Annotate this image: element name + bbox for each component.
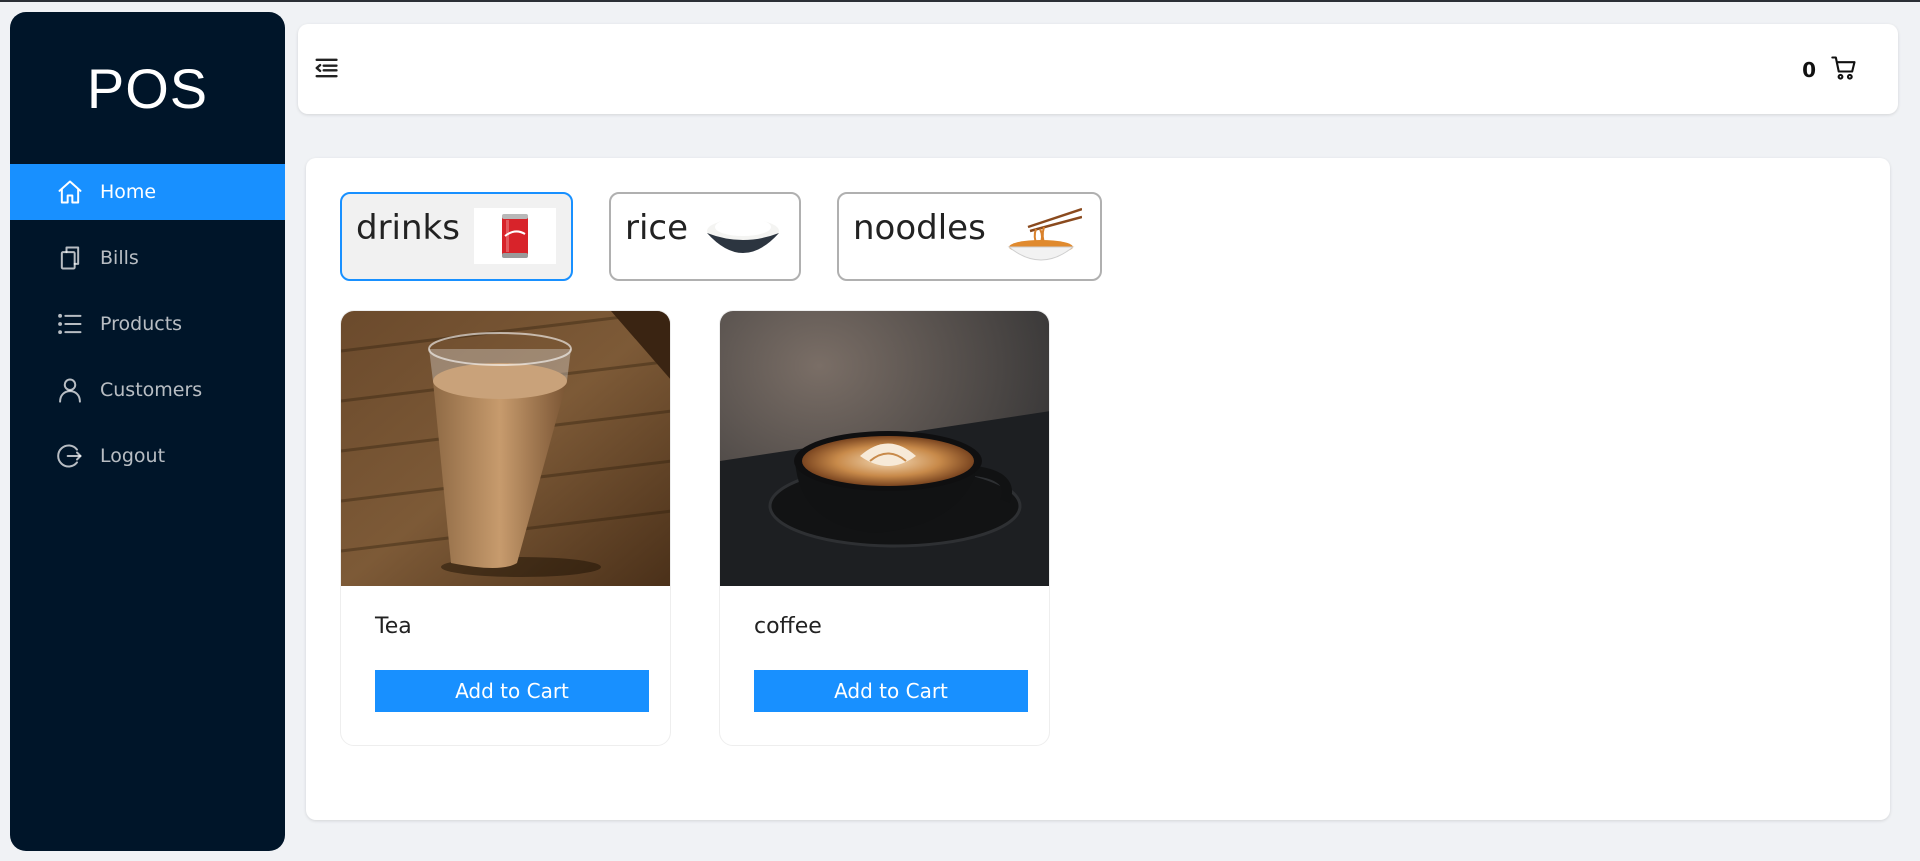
product-card-tea: Tea Add to Cart (340, 310, 671, 746)
coffee-cup-image (720, 311, 1049, 586)
product-card-coffee: coffee Add to Cart (719, 310, 1050, 746)
menu-fold-icon[interactable] (312, 54, 342, 84)
window-top-border (0, 0, 1920, 2)
user-icon (54, 374, 86, 406)
category-label: noodles (853, 208, 986, 248)
sidebar-item-label: Customers (100, 379, 203, 401)
sidebar: POS Home Bills Products Customers Logout (10, 12, 285, 851)
category-list: drinks rice noodles (340, 192, 1138, 281)
product-name: Tea (375, 614, 412, 639)
sidebar-item-label: Products (100, 313, 183, 335)
tea-glass-image (341, 311, 670, 586)
sidebar-item-bills[interactable]: Bills (10, 230, 285, 286)
sidebar-item-customers[interactable]: Customers (10, 362, 285, 418)
sidebar-item-home[interactable]: Home (10, 164, 285, 220)
product-grid: Tea Add to Cart coffee Add to Cart (340, 310, 1098, 746)
logout-icon (54, 440, 86, 472)
app-logo: POS (86, 56, 209, 120)
category-drinks[interactable]: drinks (340, 192, 573, 281)
sidebar-item-label: Home (100, 181, 157, 203)
sidebar-item-label: Logout (100, 445, 166, 467)
category-noodles[interactable]: noodles (837, 192, 1102, 281)
main-content: drinks rice noodles Tea Add to Cart coff… (306, 158, 1890, 820)
home-icon (54, 176, 86, 208)
sidebar-item-products[interactable]: Products (10, 296, 285, 352)
cart-button[interactable]: 0 (1802, 54, 1858, 86)
category-rice[interactable]: rice (609, 192, 801, 281)
top-header: 0 (298, 24, 1898, 114)
soda-can-image (473, 208, 556, 264)
category-label: drinks (356, 208, 460, 248)
sidebar-item-logout[interactable]: Logout (10, 428, 285, 484)
shopping-cart-icon (1830, 54, 1858, 86)
category-label: rice (625, 208, 689, 248)
list-icon (54, 308, 86, 340)
product-name: coffee (754, 614, 822, 639)
copy-icon (54, 242, 86, 274)
sidebar-item-label: Bills (100, 247, 139, 269)
noodle-bowl-image (1000, 207, 1082, 264)
rice-bowl-image (702, 208, 784, 264)
add-to-cart-button[interactable]: Add to Cart (375, 670, 649, 712)
add-to-cart-button[interactable]: Add to Cart (754, 670, 1028, 712)
cart-count: 0 (1802, 58, 1816, 82)
